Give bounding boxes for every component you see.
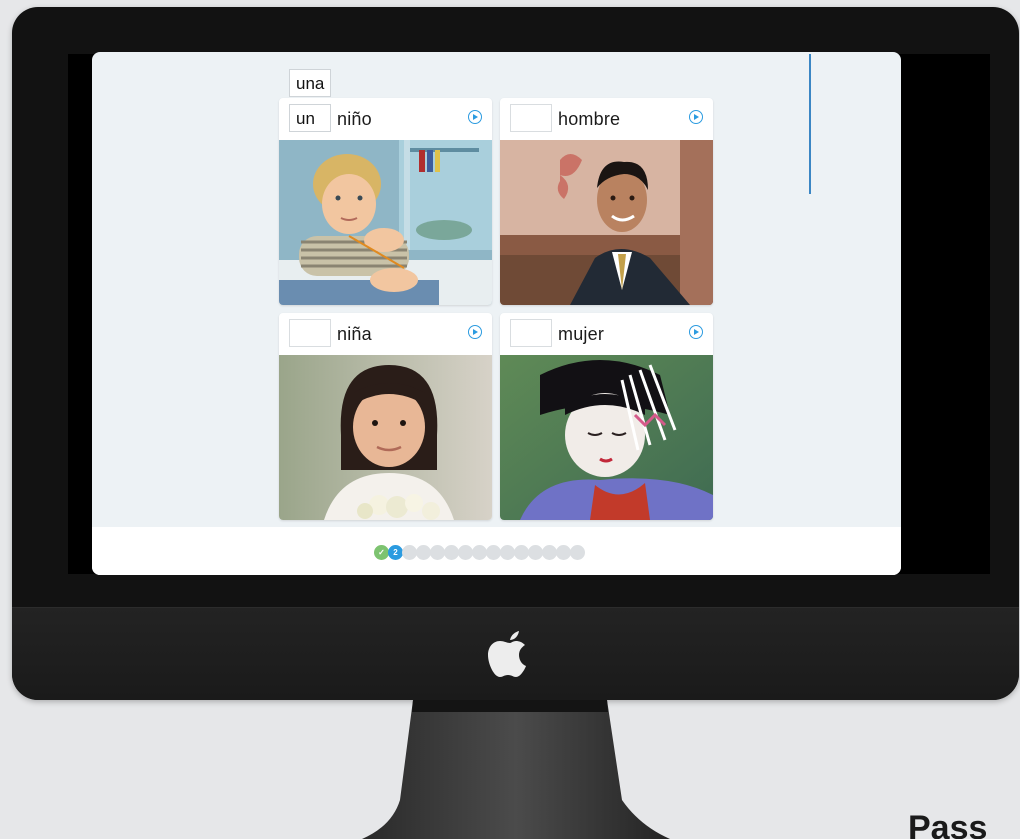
progress-dot[interactable] bbox=[486, 545, 501, 560]
card-word: niño bbox=[337, 109, 372, 129]
progress-dot[interactable] bbox=[402, 545, 417, 560]
boy-photo bbox=[279, 140, 492, 305]
progress-dot[interactable] bbox=[416, 545, 431, 560]
progress-dot[interactable] bbox=[570, 545, 585, 560]
progress-dot[interactable] bbox=[444, 545, 459, 560]
progress-dot[interactable] bbox=[500, 545, 515, 560]
play-circle-icon[interactable] bbox=[689, 110, 703, 124]
progress-dot[interactable] bbox=[556, 545, 571, 560]
lesson-footer: ✓ 2 bbox=[92, 527, 901, 575]
card-header: niña bbox=[279, 313, 492, 355]
progress-dot-current[interactable]: 2 bbox=[388, 545, 403, 560]
play-circle-icon[interactable] bbox=[468, 110, 482, 124]
check-icon[interactable]: ✓ bbox=[374, 545, 389, 560]
vocab-card: niña bbox=[279, 313, 492, 520]
girl-photo bbox=[279, 355, 492, 520]
progress-dots: ✓ 2 bbox=[374, 545, 585, 561]
word-tile[interactable]: una bbox=[289, 69, 331, 97]
card-word: hombre bbox=[558, 109, 621, 129]
card-word: mujer bbox=[558, 324, 605, 344]
apple-logo-icon bbox=[488, 631, 526, 677]
card-word: niña bbox=[337, 324, 372, 344]
progress-dot[interactable] bbox=[430, 545, 445, 560]
play-circle-icon[interactable] bbox=[468, 325, 482, 339]
svg-text:Pass: Pass bbox=[908, 809, 987, 839]
progress-dot[interactable] bbox=[472, 545, 487, 560]
answer-slot[interactable] bbox=[510, 104, 552, 132]
progress-dot[interactable] bbox=[458, 545, 473, 560]
card-header: hombre bbox=[500, 98, 713, 140]
vocab-card: mujer bbox=[500, 313, 713, 520]
answer-slot[interactable] bbox=[289, 319, 331, 347]
lesson-window: niño hombre niña mujer una un ✓ 2 bbox=[92, 52, 901, 575]
woman-photo bbox=[500, 355, 713, 520]
card-header: mujer bbox=[500, 313, 713, 355]
play-circle-icon[interactable] bbox=[689, 325, 703, 339]
progress-dot[interactable] bbox=[542, 545, 557, 560]
vocab-card: hombre bbox=[500, 98, 713, 305]
man-photo bbox=[500, 140, 713, 305]
progress-dot[interactable] bbox=[514, 545, 529, 560]
answer-slot[interactable] bbox=[510, 319, 552, 347]
word-tile[interactable]: un bbox=[289, 104, 331, 132]
progress-dot[interactable] bbox=[528, 545, 543, 560]
scrollbar[interactable] bbox=[809, 54, 811, 194]
